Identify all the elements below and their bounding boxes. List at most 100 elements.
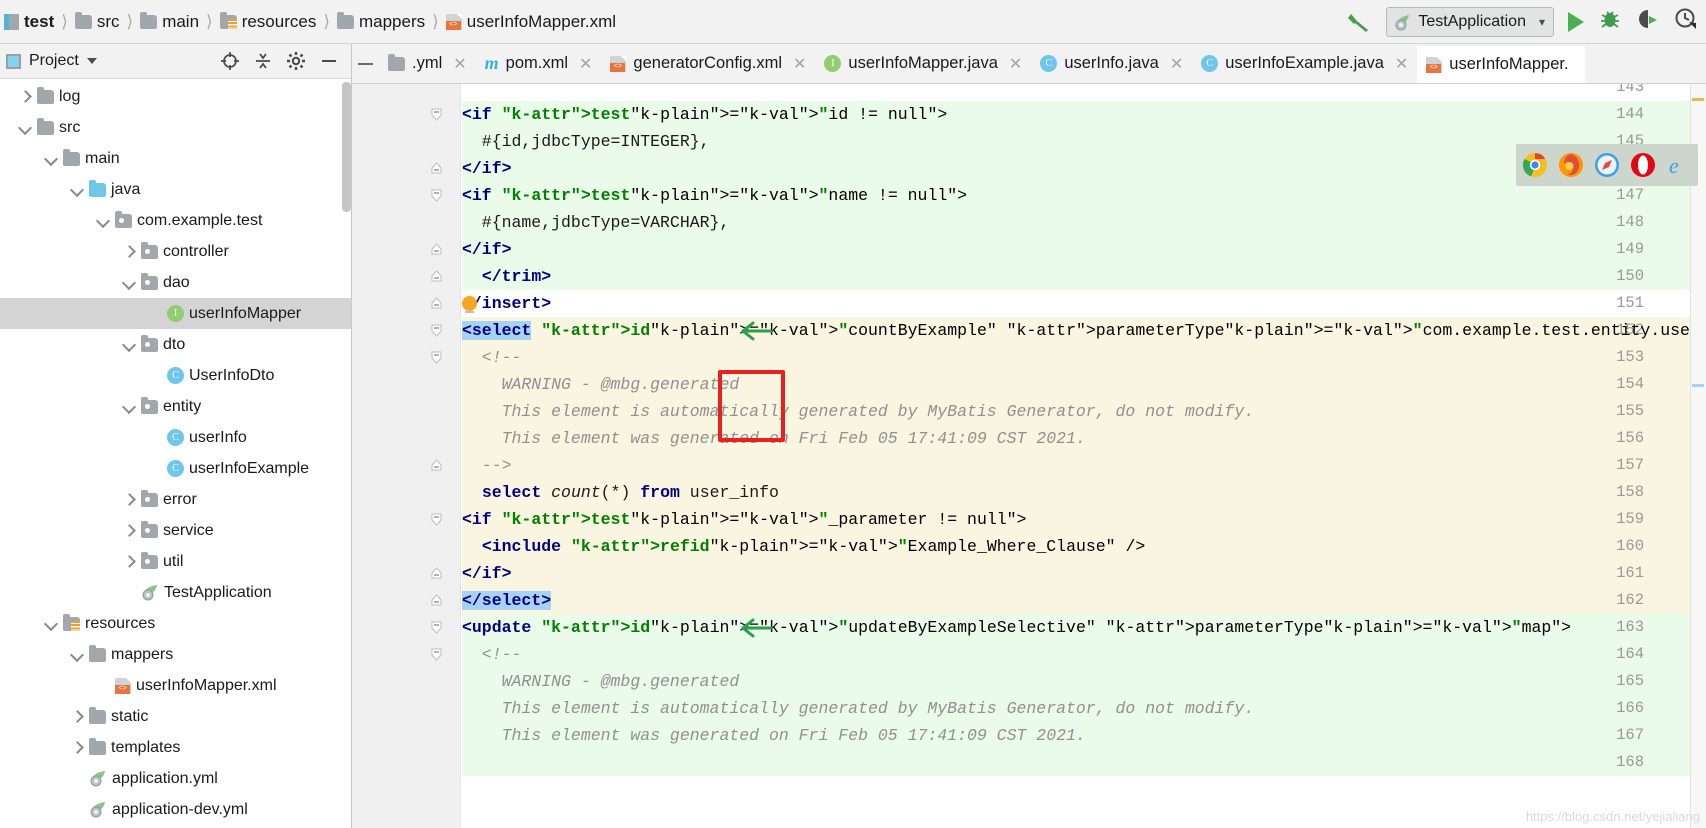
code-fold-open-icon[interactable] [430, 324, 443, 337]
tree-item-resources[interactable]: resources [0, 608, 351, 639]
tree-item-generatorconfig-yml[interactable]: generatorConfig.yml [0, 825, 351, 827]
close-icon[interactable]: ✕ [1009, 54, 1022, 74]
code-line[interactable]: </if> [462, 236, 512, 263]
chevron-down-icon[interactable] [70, 182, 85, 197]
tree-item-static[interactable]: static [0, 701, 351, 732]
code-line[interactable]: </select> [462, 587, 551, 614]
hammer-icon[interactable] [1346, 9, 1372, 35]
tree-item-application-dev-yml[interactable]: application-dev.yml [0, 794, 351, 825]
editor-tab-userinfoexample-java[interactable]: CuserInfoExample.java✕ [1192, 44, 1417, 83]
editor-tab-pom-xml[interactable]: mpom.xml✕ [476, 44, 602, 83]
chevron-right-icon[interactable] [122, 554, 137, 569]
code-fold-close-icon[interactable] [430, 162, 443, 175]
gutter-selection-marker[interactable] [1692, 384, 1704, 387]
chevron-right-icon[interactable] [70, 740, 85, 755]
chevron-down-icon[interactable] [122, 337, 137, 352]
code-fold-open-icon[interactable] [430, 108, 443, 121]
hide-panel-icon[interactable] [319, 51, 339, 71]
chevron-right-icon[interactable] [122, 492, 137, 507]
code-editor[interactable]: 143144<if "k-attr">test"k-plain">="k-val… [352, 84, 1706, 828]
code-line[interactable]: This element is automatically generated … [462, 398, 1254, 425]
tree-item-dao[interactable]: dao [0, 267, 351, 298]
tree-item-userinfomapper-xml[interactable]: userInfoMapper.xml [0, 670, 351, 701]
profiler-icon[interactable] [1674, 7, 1698, 36]
tree-item-controller[interactable]: controller [0, 236, 351, 267]
code-line[interactable]: </trim> [462, 263, 551, 290]
tree-item-userinfo[interactable]: CuserInfo [0, 422, 351, 453]
hide-tabs-icon[interactable] [352, 44, 379, 83]
close-icon[interactable]: ✕ [1170, 54, 1183, 74]
editor-tab-generatorconfig-xml[interactable]: generatorConfig.xml✕ [601, 44, 815, 83]
code-line[interactable]: <include "k-attr">refid"k-plain">="k-val… [462, 533, 1145, 560]
code-line[interactable]: --> [462, 452, 512, 479]
code-line[interactable]: <if "k-attr">test"k-plain">="k-val">"id … [462, 101, 947, 128]
code-line[interactable]: <!-- [462, 641, 521, 668]
tree-item-templates[interactable]: templates [0, 732, 351, 763]
code-line[interactable]: #{name,jdbcType=VARCHAR}, [462, 209, 729, 236]
code-fold-open-icon[interactable] [430, 648, 443, 661]
tree-item-dto[interactable]: dto [0, 329, 351, 360]
code-line[interactable]: <select "k-attr">id"k-plain">="k-val">"c… [462, 317, 1706, 344]
chevron-right-icon[interactable] [122, 244, 137, 259]
chrome-icon[interactable] [1522, 152, 1548, 178]
editor-right-gutter[interactable] [1690, 84, 1706, 828]
tree-item-main[interactable]: main [0, 143, 351, 174]
chevron-down-icon[interactable] [122, 275, 137, 290]
editor-tab-userinfomapper-java[interactable]: IuserInfoMapper.java✕ [815, 44, 1031, 83]
code-fold-close-icon[interactable] [430, 594, 443, 607]
debug-icon[interactable] [1598, 7, 1622, 36]
tree-item-userinfomapper[interactable]: IuserInfoMapper [0, 298, 351, 329]
tree-item-service[interactable]: service [0, 515, 351, 546]
code-fold-close-icon[interactable] [430, 243, 443, 256]
code-fold-close-icon[interactable] [430, 459, 443, 472]
chevron-down-icon[interactable] [70, 647, 85, 662]
code-fold-open-icon[interactable] [430, 513, 443, 526]
editor-gutter[interactable] [352, 84, 461, 828]
code-fold-close-icon[interactable] [430, 297, 443, 310]
tree-item-src[interactable]: src [0, 112, 351, 143]
editor-tab--yml[interactable]: .yml✕ [379, 44, 476, 83]
close-icon[interactable]: ✕ [579, 54, 592, 74]
code-fold-close-icon[interactable] [430, 270, 443, 283]
settings-gear-icon[interactable] [286, 51, 306, 71]
run-icon[interactable] [1568, 12, 1584, 32]
breadcrumb-item-file[interactable]: userInfoMapper.xml [446, 12, 616, 32]
code-fold-open-icon[interactable] [430, 189, 443, 202]
breadcrumb-item-resources[interactable]: resources [220, 12, 317, 32]
tree-item-error[interactable]: error [0, 484, 351, 515]
chevron-right-icon[interactable] [70, 709, 85, 724]
browser-preview-popup[interactable]: e [1516, 144, 1698, 186]
intention-bulb-icon[interactable] [462, 296, 477, 311]
tree-item-userinfodto[interactable]: CUserInfoDto [0, 360, 351, 391]
chevron-right-icon[interactable] [18, 89, 33, 104]
tree-item-log[interactable]: log [0, 81, 351, 112]
tree-item-java[interactable]: java [0, 174, 351, 205]
code-line[interactable]: </if> [462, 560, 512, 587]
firefox-icon[interactable] [1558, 152, 1584, 178]
tree-item-entity[interactable]: entity [0, 391, 351, 422]
code-line[interactable]: <!-- [462, 344, 521, 371]
breadcrumb-item-main[interactable]: main [140, 12, 199, 32]
chevron-right-icon[interactable] [122, 523, 137, 538]
code-line[interactable]: <update "k-attr">id"k-plain">="k-val">"u… [462, 614, 1571, 641]
tree-item-util[interactable]: util [0, 546, 351, 577]
chevron-down-icon[interactable] [44, 151, 59, 166]
code-fold-open-icon[interactable] [430, 621, 443, 634]
run-configuration-selector[interactable]: TestApplication ▾ [1386, 7, 1554, 37]
project-tool-window-button[interactable]: Project [6, 52, 97, 70]
code-line[interactable]: select count(*) from user_info [462, 479, 779, 506]
run-with-coverage-icon[interactable] [1636, 7, 1660, 36]
code-line[interactable]: This element was generated on Fri Feb 05… [462, 722, 1086, 749]
code-line[interactable]: </if> [462, 155, 512, 182]
edge-icon[interactable]: e [1666, 152, 1692, 178]
code-line[interactable]: WARNING - @mbg.generated [462, 371, 739, 398]
code-line[interactable]: <if "k-attr">test"k-plain">="k-val">"nam… [462, 182, 967, 209]
chevron-down-icon[interactable] [44, 616, 59, 631]
project-tree[interactable]: logsrcmainjavacom.example.testcontroller… [0, 79, 351, 827]
code-line[interactable]: This element is automatically generated … [462, 695, 1254, 722]
tree-item-userinfoexample[interactable]: CuserInfoExample [0, 453, 351, 484]
tree-item-testapplication[interactable]: TestApplication [0, 577, 351, 608]
code-line[interactable]: <if "k-attr">test"k-plain">="k-val">"_pa… [462, 506, 1026, 533]
close-icon[interactable]: ✕ [1395, 54, 1408, 74]
breadcrumb-item-src[interactable]: src [75, 12, 120, 32]
